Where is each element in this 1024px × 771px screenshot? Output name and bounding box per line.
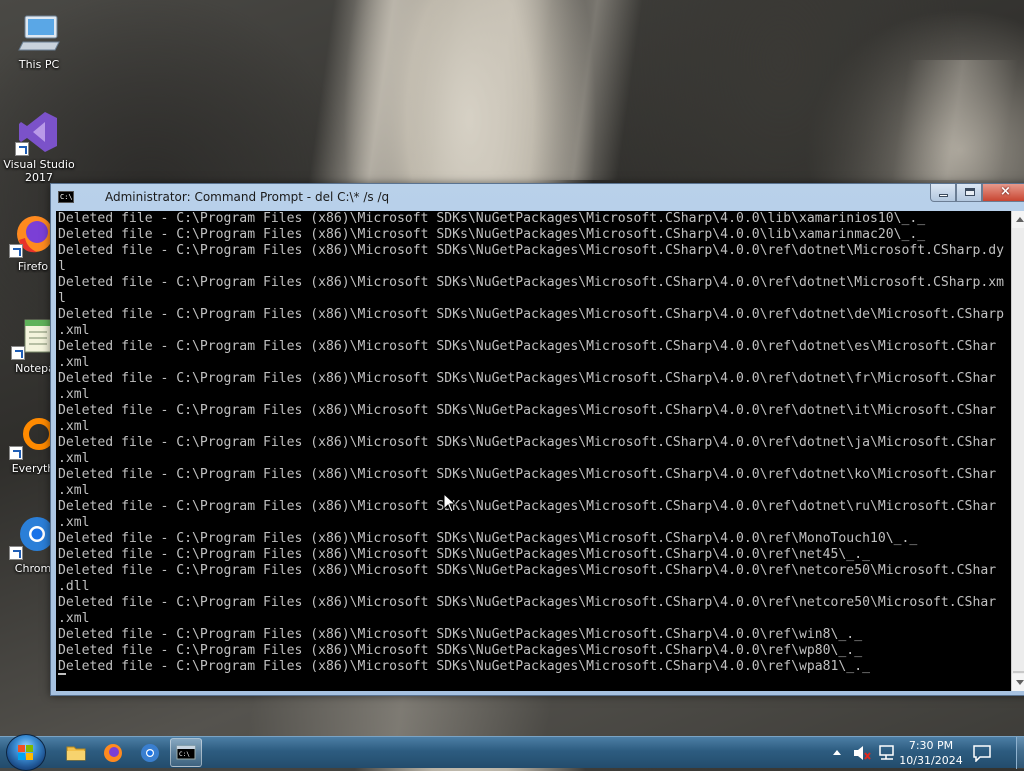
maximize-icon (965, 188, 975, 196)
console-line: .dll (58, 579, 90, 594)
console-line: .xml (58, 483, 90, 498)
console-line: .xml (58, 611, 90, 626)
vertical-scrollbar[interactable] (1011, 211, 1024, 691)
console-line: Deleted file - C:\Program Files (x86)\Mi… (58, 467, 997, 482)
firefox-icon (104, 744, 122, 762)
desktop-icon-label: This PC (18, 58, 60, 71)
console-line: Deleted file - C:\Program Files (x86)\Mi… (58, 243, 1004, 258)
arrow-down-icon (1016, 680, 1024, 685)
console-line: Deleted file - C:\Program Files (x86)\Mi… (58, 435, 997, 450)
shortcut-arrow-icon (9, 446, 23, 460)
chrome-icon (141, 744, 159, 762)
command-prompt-icon: C:\ (176, 745, 196, 760)
show-desktop-button[interactable] (1016, 737, 1024, 769)
window-title: Administrator: Command Prompt - del C:\*… (105, 190, 390, 204)
shortcut-arrow-icon (9, 546, 23, 560)
console-line: Deleted file - C:\Program Files (x86)\Mi… (58, 339, 997, 354)
scroll-down-button[interactable] (1012, 674, 1024, 691)
console-line: Deleted file - C:\Program Files (x86)\Mi… (58, 371, 997, 386)
console-output[interactable]: Deleted file - C:\Program Files (x86)\Mi… (56, 211, 1011, 691)
desktop-icon-this-pc[interactable]: This PC (0, 8, 78, 71)
console-line: Deleted file - C:\Program Files (x86)\Mi… (58, 659, 870, 674)
console-line: Deleted file - C:\Program Files (x86)\Mi… (58, 643, 863, 658)
console-line: .xml (58, 323, 90, 338)
console-line: .xml (58, 419, 90, 434)
action-center-icon[interactable] (972, 744, 992, 762)
file-explorer-icon (66, 746, 86, 761)
show-hidden-icons-chevron-icon[interactable] (832, 748, 842, 758)
desktop-icon-label: Visual Studio 2017 (3, 158, 75, 184)
arrow-up-icon (1016, 217, 1024, 222)
console-line: Deleted file - C:\Program Files (x86)\Mi… (58, 547, 870, 562)
console-lines: Deleted file - C:\Program Files (x86)\Mi… (56, 211, 1011, 675)
console-line: l (58, 291, 66, 306)
console-line: l (58, 259, 66, 274)
taskbar-firefox[interactable] (97, 738, 129, 767)
console-line: .xml (58, 515, 90, 530)
console-line: Deleted file - C:\Program Files (x86)\Mi… (58, 499, 997, 514)
wallpaper-rock (891, 60, 1019, 180)
mouse-pointer-icon (443, 493, 457, 513)
scroll-up-button[interactable] (1012, 211, 1024, 228)
shortcut-arrow-icon (15, 142, 29, 156)
start-button[interactable] (6, 734, 46, 771)
svg-text:C:\: C:\ (179, 751, 190, 758)
console-line: Deleted file - C:\Program Files (x86)\Mi… (58, 403, 997, 418)
volume-muted-icon[interactable] (852, 744, 872, 762)
close-button[interactable]: × (982, 184, 1024, 202)
console-line: Deleted file - C:\Program Files (x86)\Mi… (58, 531, 918, 546)
console-line: Deleted file - C:\Program Files (x86)\Mi… (58, 627, 863, 642)
minimize-button[interactable] (930, 184, 956, 202)
windows-logo-icon (18, 745, 34, 761)
taskbar-command-prompt[interactable]: C:\ (170, 738, 202, 767)
clock-time[interactable]: 7:30 PM (898, 739, 964, 752)
visual-studio-icon (15, 108, 63, 156)
console-line: .xml (58, 355, 90, 370)
text-cursor (58, 673, 66, 675)
console-line: Deleted file - C:\Program Files (x86)\Mi… (58, 275, 1004, 290)
taskbar-file-explorer[interactable] (60, 738, 92, 767)
console-line: Deleted file - C:\Program Files (x86)\Mi… (58, 211, 926, 226)
desktop-icon-visual-studio[interactable]: Visual Studio 2017 (0, 108, 78, 184)
close-icon: × (1000, 184, 1011, 199)
console-line: Deleted file - C:\Program Files (x86)\Mi… (58, 307, 1004, 322)
window-titlebar[interactable]: C:\ Administrator: Command Prompt - del … (51, 184, 1024, 211)
wallpaper-rock (247, 696, 553, 736)
taskbar: C:\ 7:30 PM 10/31/2024 (0, 734, 1024, 771)
console-line: .xml (58, 451, 90, 466)
console-line: .xml (58, 387, 90, 402)
minimize-icon (939, 194, 948, 197)
console-line: Deleted file - C:\Program Files (x86)\Mi… (58, 227, 926, 242)
command-prompt-window[interactable]: C:\ Administrator: Command Prompt - del … (50, 183, 1024, 696)
clock-date[interactable]: 10/31/2024 (898, 754, 964, 767)
console-line: Deleted file - C:\Program Files (x86)\Mi… (58, 595, 997, 610)
shortcut-arrow-icon (9, 244, 23, 258)
maximize-button[interactable] (956, 184, 982, 202)
network-icon[interactable] (877, 744, 897, 762)
command-prompt-icon[interactable]: C:\ (58, 191, 74, 203)
computer-icon (15, 8, 63, 56)
shortcut-arrow-icon (11, 346, 25, 360)
scroll-thumb[interactable] (1013, 671, 1024, 673)
taskbar-chrome[interactable] (134, 738, 166, 767)
console-line: Deleted file - C:\Program Files (x86)\Mi… (58, 563, 997, 578)
